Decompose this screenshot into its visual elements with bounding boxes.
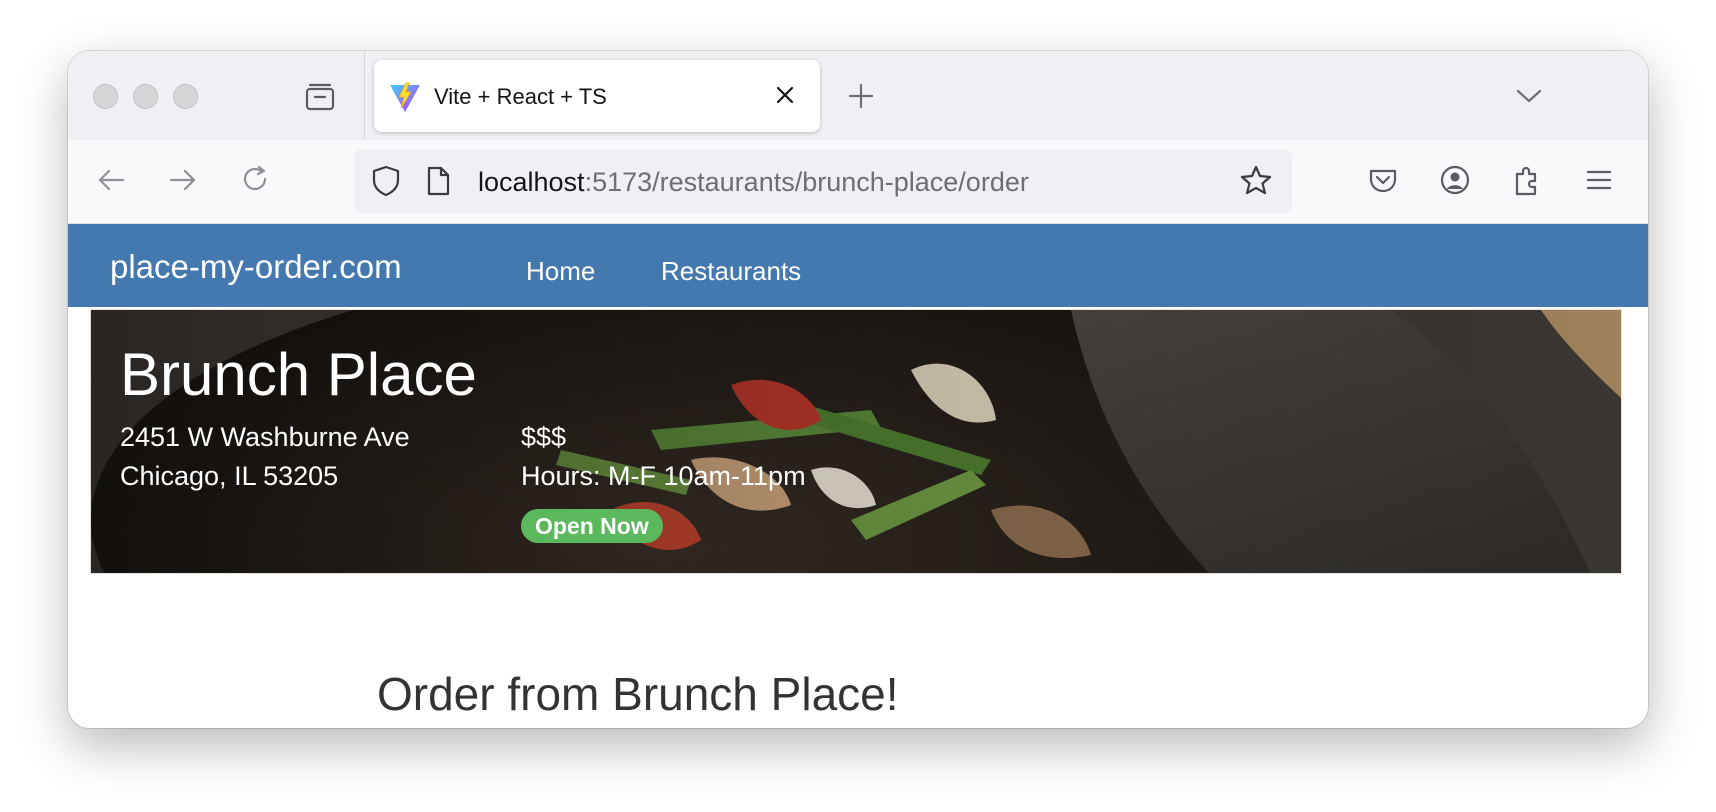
page-icon[interactable] <box>420 163 456 199</box>
order-heading: Order from Brunch Place! <box>377 668 899 720</box>
address-line-1: 2451 W Washburne Ave <box>120 422 410 452</box>
shield-icon[interactable] <box>368 163 404 199</box>
tab-list-icon[interactable] <box>300 77 340 117</box>
chevron-down-icon[interactable] <box>1512 79 1546 113</box>
hours-text: Hours: M-F 10am-11pm <box>521 461 806 491</box>
nav-link-home[interactable]: Home <box>526 256 595 287</box>
extensions-icon[interactable] <box>1509 162 1545 198</box>
price-level: $$$ <box>521 422 567 452</box>
account-icon[interactable] <box>1437 162 1473 198</box>
back-icon[interactable] <box>93 162 129 198</box>
menu-icon[interactable] <box>1581 162 1617 198</box>
browser-window: Vite + React + TS localhost:5173/restaur… <box>68 51 1648 728</box>
tab-strip: Vite + React + TS <box>68 51 1648 140</box>
active-tab[interactable]: Vite + React + TS <box>374 60 820 132</box>
pocket-icon[interactable] <box>1365 162 1401 198</box>
url-text[interactable]: localhost:5173/restaurants/brunch-place/… <box>478 167 1029 198</box>
new-tab-icon[interactable] <box>844 79 878 113</box>
nav-link-restaurants[interactable]: Restaurants <box>661 256 801 287</box>
tab-title: Vite + React + TS <box>434 84 607 109</box>
url-host: localhost <box>478 167 585 197</box>
navigation-toolbar: localhost:5173/restaurants/brunch-place/… <box>68 140 1648 224</box>
page-content: place-my-order.com Home Restaurants Brun… <box>68 224 1648 728</box>
address-line-2: Chicago, IL 53205 <box>120 461 339 491</box>
url-bar[interactable]: localhost:5173/restaurants/brunch-place/… <box>354 149 1292 213</box>
vite-logo-icon <box>388 80 422 114</box>
reload-icon[interactable] <box>237 162 273 198</box>
zoom-window-button[interactable] <box>173 84 198 109</box>
site-navbar: place-my-order.com Home Restaurants <box>68 224 1648 307</box>
bookmark-star-icon[interactable] <box>1238 163 1274 199</box>
status-badge: Open Now <box>521 509 663 543</box>
url-path: :5173/restaurants/brunch-place/order <box>584 167 1029 197</box>
tab-separator <box>364 51 365 140</box>
minimize-window-button[interactable] <box>133 84 158 109</box>
close-icon[interactable] <box>770 80 800 110</box>
restaurant-name: Brunch Place <box>120 341 477 408</box>
restaurant-banner: Brunch Place 2451 W Washburne Ave Chicag… <box>90 309 1622 574</box>
forward-icon[interactable] <box>165 162 201 198</box>
close-window-button[interactable] <box>93 84 118 109</box>
brand-link[interactable]: place-my-order.com <box>110 248 402 286</box>
